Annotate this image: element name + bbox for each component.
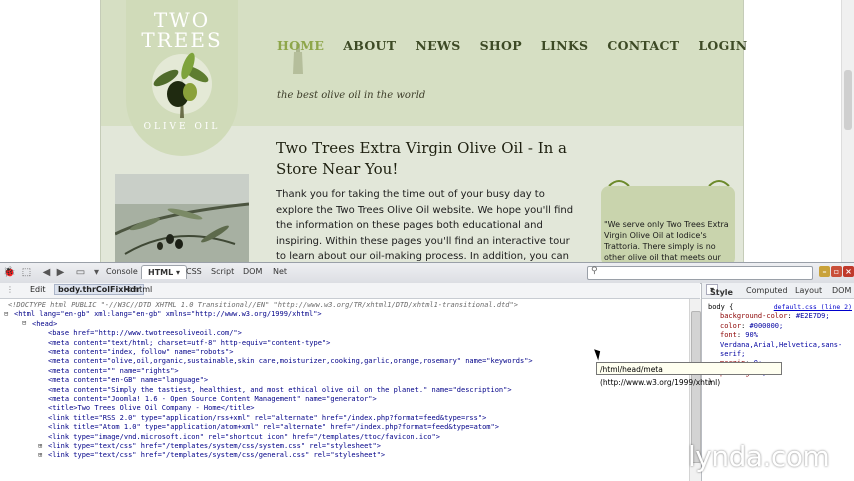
css-property-value[interactable]: 90% Verdana,Arial,Helvetica,sans-serif; bbox=[720, 331, 842, 358]
olive-branch-photo bbox=[115, 174, 249, 262]
olive-tree-icon bbox=[152, 52, 212, 118]
code-line-meta[interactable]: <meta content="olive,oil,organic,sustain… bbox=[48, 357, 533, 366]
inspect-icon[interactable]: ⬚ bbox=[20, 266, 33, 279]
css-property-value[interactable]: #000000; bbox=[750, 322, 784, 330]
tab-console[interactable]: Console bbox=[106, 267, 138, 276]
logo-title: TWO TREES bbox=[126, 10, 238, 50]
nav-news[interactable]: NEWS bbox=[415, 38, 460, 53]
code-line-html[interactable]: <html lang="en-gb" xml:lang="en-gb" xmln… bbox=[14, 310, 322, 319]
logo-title-line1: TWO bbox=[153, 8, 211, 32]
tab-style[interactable]: Style ▾ bbox=[706, 284, 733, 297]
browser-viewport: TWO TREES OLIVE OIL HOME ABOUT NEWS SHOP bbox=[0, 0, 854, 262]
firebug-bug-icon[interactable]: 🐞 bbox=[3, 266, 16, 279]
site-tagline: the best olive oil in the world bbox=[277, 90, 426, 101]
panel-options-icon[interactable]: ▭ bbox=[74, 266, 87, 279]
tab-net[interactable]: Net bbox=[273, 267, 287, 276]
code-line-head[interactable]: <head> bbox=[32, 320, 57, 329]
tab-html[interactable]: HTML ▾ bbox=[141, 265, 188, 279]
breadcrumb-separator: < bbox=[125, 285, 132, 294]
back-arrow-icon[interactable]: ◀ bbox=[40, 266, 53, 279]
doctype-line: <!DOCTYPE html PUBLIC "-//W3C//DTD XHTML… bbox=[8, 301, 518, 309]
css-property-value[interactable]: #E2E7D9; bbox=[796, 312, 830, 320]
css-property-name: font bbox=[720, 331, 737, 340]
minimize-icon[interactable]: – bbox=[819, 266, 830, 277]
page-scrollbar-thumb[interactable] bbox=[844, 70, 852, 130]
css-property-name: background-color bbox=[720, 312, 788, 321]
forward-arrow-icon[interactable]: ▶ bbox=[54, 266, 67, 279]
tab-css[interactable]: CSS bbox=[186, 267, 202, 276]
logo-subtitle: OLIVE OIL bbox=[143, 122, 221, 132]
edit-button[interactable]: Edit bbox=[30, 285, 46, 294]
close-icon[interactable]: × bbox=[843, 266, 854, 277]
breadcrumb: ⋮ Edit body.thrColFixHdr < html bbox=[0, 283, 700, 299]
page-scrollbar[interactable] bbox=[841, 0, 854, 262]
tab-dom-side[interactable]: DOM bbox=[832, 286, 851, 295]
css-selector[interactable]: body { bbox=[708, 303, 733, 311]
code-line-meta[interactable]: <meta content="Simply the tastiest, heal… bbox=[48, 386, 512, 395]
menu-dropdown-icon[interactable]: ▾ bbox=[90, 266, 103, 279]
tab-dom[interactable]: DOM bbox=[243, 267, 262, 276]
css-property[interactable]: color: #000000; bbox=[720, 322, 854, 331]
code-line-meta[interactable]: <meta content="Joomla! 1.6 - Open Source… bbox=[48, 395, 377, 404]
tab-html-label: HTML bbox=[148, 268, 174, 277]
nav-shop[interactable]: SHOP bbox=[480, 38, 522, 53]
expand-icon[interactable]: ⊞ bbox=[38, 451, 42, 460]
collapse-icon[interactable]: ⊟ bbox=[22, 319, 26, 328]
tab-script[interactable]: Script bbox=[211, 267, 234, 276]
code-line-meta[interactable]: <meta content="en-GB" name="language"> bbox=[48, 376, 208, 385]
firebug-toolbar: 🐞 ⬚ ◀ ▶ ▭ ▾ Console HTML ▾ CSS Script DO… bbox=[0, 263, 854, 284]
tab-layout[interactable]: Layout bbox=[795, 286, 822, 295]
nav-login[interactable]: LOGIN bbox=[698, 38, 747, 53]
search-icon: ⚲ bbox=[591, 266, 598, 276]
html-source-tree: <!DOCTYPE html PUBLIC "-//W3C//DTD XHTML… bbox=[0, 299, 688, 481]
css-property[interactable]: background-color: #E2E7D9; bbox=[720, 312, 854, 321]
code-line-link[interactable]: <link title="RSS 2.0" type="application/… bbox=[48, 414, 486, 423]
nav-contact[interactable]: CONTACT bbox=[607, 38, 679, 53]
xpath-tooltip: /html/head/meta (http://www.w3.org/1999/… bbox=[596, 362, 782, 387]
code-line-link[interactable]: <link title="Atom 1.0" type="application… bbox=[48, 423, 499, 432]
firebug-search-input[interactable]: ⚲ bbox=[587, 266, 813, 280]
code-line-link[interactable]: <link type="image/vnd.microsoft.icon" re… bbox=[48, 433, 440, 442]
tab-computed[interactable]: Computed bbox=[746, 286, 788, 295]
lynda-watermark: lynda.com bbox=[688, 440, 830, 473]
collapse-icon[interactable]: ⊟ bbox=[4, 310, 8, 319]
expand-icon[interactable]: ⋮ bbox=[6, 285, 14, 294]
breadcrumb-html[interactable]: html bbox=[134, 285, 152, 294]
olive-photo-image bbox=[115, 174, 249, 262]
main-nav: HOME ABOUT NEWS SHOP LINKS CONTACT LOGIN bbox=[277, 38, 766, 53]
code-line-meta[interactable]: <meta content="index, follow" name="robo… bbox=[48, 348, 233, 357]
css-property[interactable]: font: 90% Verdana,Arial,Helvetica,sans-s… bbox=[720, 331, 854, 359]
side-panel-tabs: Style ▾ Computed Layout DOM bbox=[702, 283, 854, 299]
site-logo[interactable]: TWO TREES OLIVE OIL bbox=[126, 0, 238, 156]
code-line-meta[interactable]: <meta content="text/html; charset=utf-8"… bbox=[48, 339, 330, 348]
css-property-name: color bbox=[720, 321, 742, 330]
site-page: TWO TREES OLIVE OIL HOME ABOUT NEWS SHOP bbox=[100, 0, 747, 262]
content-paragraph: Thank you for taking the time out of you… bbox=[276, 189, 574, 262]
nav-home[interactable]: HOME bbox=[277, 38, 324, 53]
code-line-meta[interactable]: <meta content="" name="rights"> bbox=[48, 367, 179, 376]
nav-links[interactable]: LINKS bbox=[541, 38, 588, 53]
testimonial-text: "We serve only Two Trees Extra Virgin Ol… bbox=[604, 220, 729, 262]
code-line-base[interactable]: <base href="http://www.twotreesoliveoil.… bbox=[48, 329, 242, 338]
page-margin bbox=[0, 0, 100, 262]
tab-dropdown-icon[interactable]: ▾ bbox=[176, 268, 180, 277]
code-line-link[interactable]: <link type="text/css" href="/templates/s… bbox=[48, 451, 385, 460]
logo-title-line2: TREES bbox=[141, 28, 223, 52]
code-line-link[interactable]: <link type="text/css" href="/templates/s… bbox=[48, 442, 381, 451]
tab-style-label: Style bbox=[710, 288, 733, 297]
css-source-link[interactable]: default.css (line 2) bbox=[774, 303, 852, 312]
expand-icon[interactable]: ⊞ bbox=[38, 442, 42, 451]
css-rule-close: } bbox=[708, 378, 854, 387]
code-line-title[interactable]: <title>Two Trees Olive Oil Company - Hom… bbox=[48, 404, 255, 413]
detach-icon[interactable]: ▫ bbox=[831, 266, 842, 277]
nav-about[interactable]: ABOUT bbox=[343, 38, 396, 53]
content-heading: Two Trees Extra Virgin Olive Oil - In a … bbox=[276, 139, 567, 178]
